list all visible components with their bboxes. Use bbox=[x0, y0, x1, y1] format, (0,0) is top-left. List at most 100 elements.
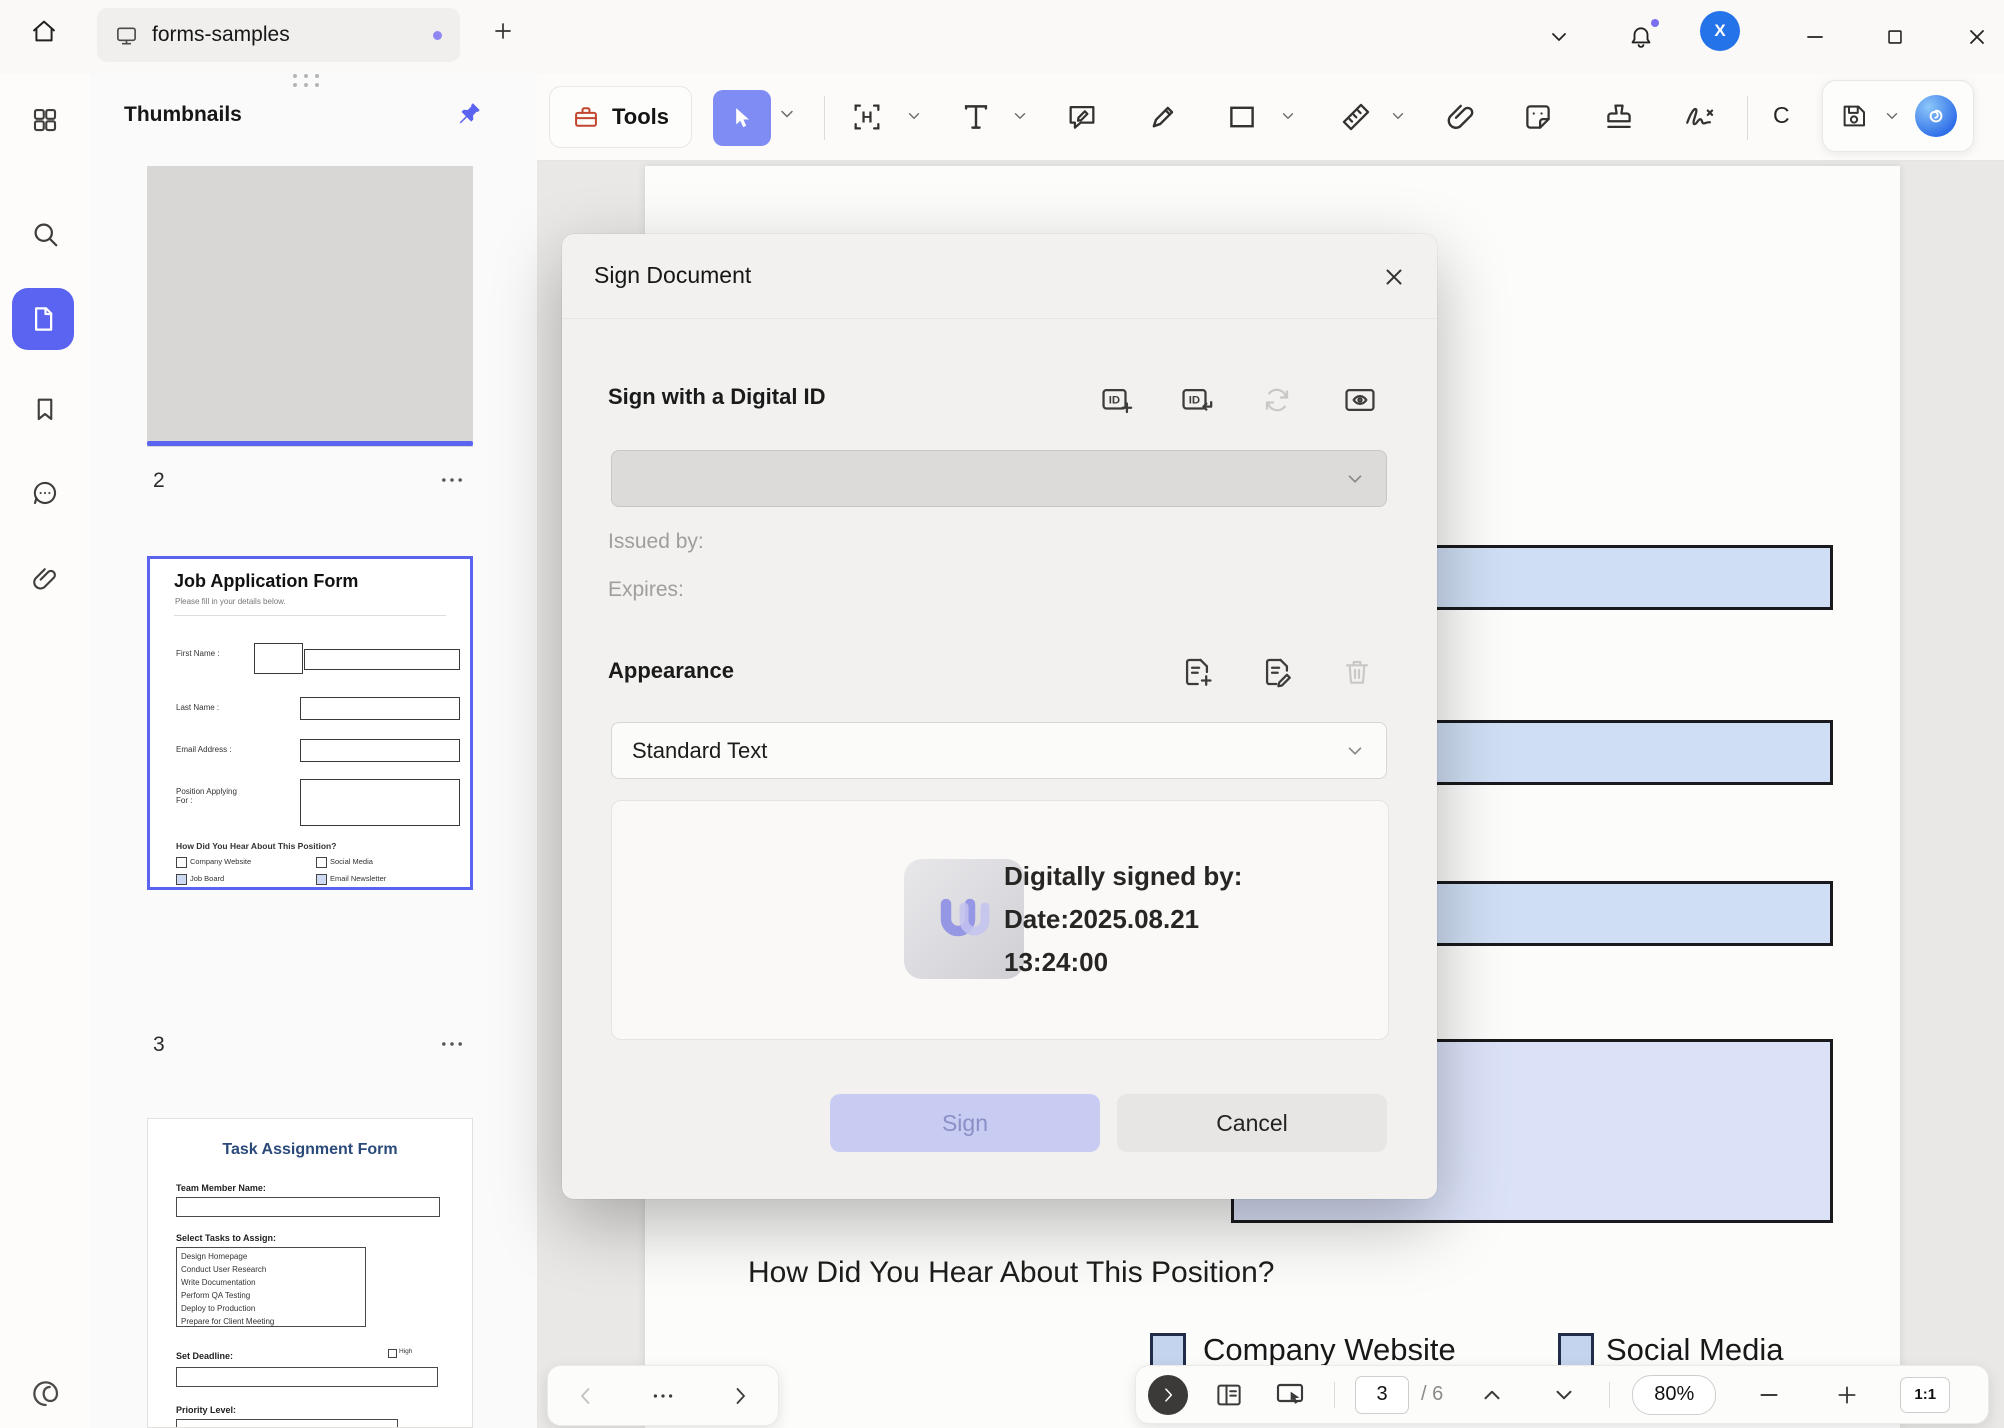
toolbar-hidden-label: C bbox=[1773, 102, 1790, 129]
page-number-input[interactable]: 3 bbox=[1355, 1376, 1409, 1414]
thumb3-checkbox bbox=[176, 857, 187, 868]
new-tab-button[interactable] bbox=[481, 9, 525, 53]
dialog-close-icon[interactable] bbox=[1377, 260, 1411, 294]
thumb3-field-box bbox=[300, 697, 460, 720]
heading-tool-button[interactable] bbox=[850, 100, 884, 134]
notifications-button[interactable] bbox=[1619, 15, 1663, 59]
thumbnail-page-4[interactable]: Task Assignment Form Team Member Name: S… bbox=[147, 1118, 473, 1428]
checkbox-social-media[interactable] bbox=[1558, 1333, 1594, 1369]
create-appearance-icon[interactable] bbox=[1179, 654, 1215, 690]
search-icon[interactable] bbox=[26, 215, 64, 253]
previous-page-button[interactable] bbox=[574, 1384, 598, 1408]
text-tool-button[interactable] bbox=[959, 100, 993, 134]
appearance-section-label: Appearance bbox=[608, 658, 734, 684]
thumb4-input bbox=[176, 1197, 440, 1217]
tab-list-button[interactable] bbox=[1537, 15, 1581, 59]
thumb3-field-box bbox=[300, 779, 460, 826]
bookmarks-icon[interactable] bbox=[26, 390, 64, 428]
thumb4-label: Priority Level: bbox=[176, 1405, 236, 1415]
ai-assistant-button[interactable] bbox=[1915, 95, 1957, 137]
divider bbox=[1747, 96, 1748, 140]
preview-line: Digitally signed by: bbox=[1004, 855, 1242, 898]
signature-tool-button[interactable] bbox=[1680, 100, 1720, 134]
close-window-button[interactable] bbox=[1955, 15, 1999, 59]
tab-title: forms-samples bbox=[152, 23, 290, 47]
divider bbox=[1609, 1382, 1610, 1408]
zoom-level-input[interactable]: 80% bbox=[1632, 1375, 1716, 1415]
view-certificate-icon[interactable] bbox=[1342, 382, 1378, 418]
thumb4-task: Design Homepage bbox=[181, 1250, 361, 1263]
tools-button[interactable]: Tools bbox=[549, 86, 692, 148]
thumb4-label: Team Member Name: bbox=[176, 1183, 266, 1193]
page-3-label: 3 bbox=[153, 1033, 165, 1057]
thumb3-field-label: First Name : bbox=[176, 649, 220, 658]
comment-tool-button[interactable] bbox=[1065, 100, 1099, 134]
text-tool-chevron[interactable] bbox=[1011, 107, 1029, 125]
maximize-button[interactable] bbox=[1873, 15, 1917, 59]
attach-tool-button[interactable] bbox=[1444, 100, 1478, 134]
page-down-button[interactable] bbox=[1551, 1382, 1577, 1408]
select-tool-button[interactable] bbox=[713, 90, 771, 146]
thumbnail-page-3[interactable]: Job Application Form Please fill in your… bbox=[147, 556, 473, 890]
add-digital-id-icon[interactable] bbox=[1099, 382, 1135, 418]
document-tab[interactable]: forms-samples bbox=[97, 8, 460, 62]
zoom-in-button[interactable] bbox=[1834, 1382, 1860, 1408]
highlighter-tool-button[interactable] bbox=[1146, 100, 1180, 134]
delete-appearance-icon[interactable] bbox=[1339, 654, 1375, 690]
checkbox-company-website-label: Company Website bbox=[1203, 1332, 1456, 1368]
presentation-mode-icon[interactable] bbox=[1274, 1379, 1306, 1411]
measure-tool-chevron[interactable] bbox=[1389, 107, 1407, 125]
heading-tool-chevron[interactable] bbox=[905, 107, 923, 125]
page-3-more-button[interactable] bbox=[438, 1030, 466, 1058]
home-button[interactable] bbox=[22, 9, 66, 53]
thumb3-checkbox-label: Email Newsletter bbox=[330, 874, 386, 883]
avatar[interactable]: X bbox=[1700, 11, 1740, 51]
actual-size-button[interactable]: 1:1 bbox=[1900, 1377, 1950, 1413]
shape-tool-button[interactable] bbox=[1225, 100, 1259, 134]
minimize-button[interactable] bbox=[1793, 15, 1837, 59]
page-up-button[interactable] bbox=[1479, 1382, 1505, 1408]
checkbox-company-website[interactable] bbox=[1150, 1333, 1186, 1369]
refresh-ids-icon[interactable] bbox=[1259, 382, 1295, 418]
import-digital-id-icon[interactable] bbox=[1179, 382, 1215, 418]
thumbnails-panel-button[interactable] bbox=[12, 288, 74, 350]
save-button[interactable] bbox=[1839, 101, 1869, 131]
chevron-down-icon bbox=[1344, 468, 1366, 490]
panel-title: Thumbnails bbox=[124, 103, 242, 127]
zoom-out-button[interactable] bbox=[1756, 1382, 1782, 1408]
tools-label: Tools bbox=[612, 104, 669, 130]
unsaved-indicator-dot bbox=[433, 31, 442, 40]
page-2-more-button[interactable] bbox=[438, 466, 466, 494]
comments-icon[interactable] bbox=[26, 474, 64, 512]
expand-bar-button[interactable] bbox=[1148, 1375, 1188, 1415]
stamp-tool-button[interactable] bbox=[1602, 100, 1636, 134]
notification-dot bbox=[1651, 19, 1659, 27]
issued-by-label: Issued by: bbox=[608, 530, 704, 554]
shape-tool-chevron[interactable] bbox=[1279, 107, 1297, 125]
page-2-label: 2 bbox=[153, 469, 165, 493]
pin-panel-icon[interactable] bbox=[455, 100, 483, 128]
next-page-button[interactable] bbox=[728, 1384, 752, 1408]
appearance-dropdown[interactable]: Standard Text bbox=[611, 722, 1387, 779]
sign-document-dialog: Sign Document Sign with a Digital ID Iss… bbox=[562, 234, 1437, 1199]
digital-id-dropdown[interactable] bbox=[611, 450, 1387, 507]
thumbnail-page-2[interactable] bbox=[147, 166, 473, 447]
sign-button[interactable]: Sign bbox=[830, 1094, 1100, 1152]
sticker-tool-button[interactable] bbox=[1521, 100, 1555, 134]
attachments-icon[interactable] bbox=[26, 560, 64, 598]
panel-drag-handle[interactable] bbox=[293, 74, 319, 87]
apps-grid-icon[interactable] bbox=[26, 101, 64, 139]
thumb4-title: Task Assignment Form bbox=[148, 1141, 472, 1159]
thumb4-task: Deploy to Production bbox=[181, 1302, 361, 1315]
edit-appearance-icon[interactable] bbox=[1259, 654, 1295, 690]
page-layout-icon[interactable] bbox=[1214, 1380, 1244, 1410]
measure-tool-button[interactable] bbox=[1339, 100, 1373, 134]
save-chevron[interactable] bbox=[1883, 107, 1901, 125]
cancel-button[interactable]: Cancel bbox=[1117, 1094, 1387, 1152]
select-tool-chevron[interactable] bbox=[777, 104, 797, 124]
thumb3-field-label: Position Applying For : bbox=[176, 787, 246, 805]
thumb3-checkbox-label: Job Board bbox=[190, 874, 224, 883]
divider bbox=[1334, 1382, 1335, 1408]
more-pages-button[interactable] bbox=[650, 1383, 676, 1409]
thumb3-checkbox-label: Social Media bbox=[330, 857, 373, 866]
